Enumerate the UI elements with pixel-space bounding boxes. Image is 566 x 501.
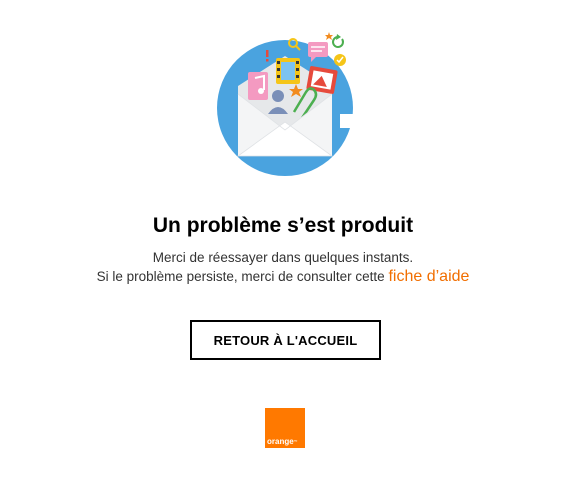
logo-text: orange xyxy=(267,437,294,446)
photo-icon xyxy=(306,66,338,94)
small-star-icon xyxy=(325,32,333,40)
error-message-line1: Merci de réessayer dans quelques instant… xyxy=(152,250,414,265)
help-link[interactable]: fiche d’aide xyxy=(388,268,469,285)
error-message-line2-text: Si le problème persiste, merci de consul… xyxy=(96,269,385,284)
error-illustration xyxy=(210,28,360,183)
error-message-line2: Si le problème persiste, merci de consul… xyxy=(0,268,566,286)
error-title: Un problème s’est produit xyxy=(152,214,414,237)
home-button[interactable]: RETOUR À L'ACCUEIL xyxy=(190,320,381,360)
film-icon xyxy=(276,58,300,84)
exclamation-icon xyxy=(266,50,269,62)
orange-logo[interactable]: orange™ xyxy=(265,408,305,448)
logo-trademark: ™ xyxy=(293,439,298,444)
music-note-icon xyxy=(248,72,268,100)
check-icon xyxy=(334,54,346,66)
